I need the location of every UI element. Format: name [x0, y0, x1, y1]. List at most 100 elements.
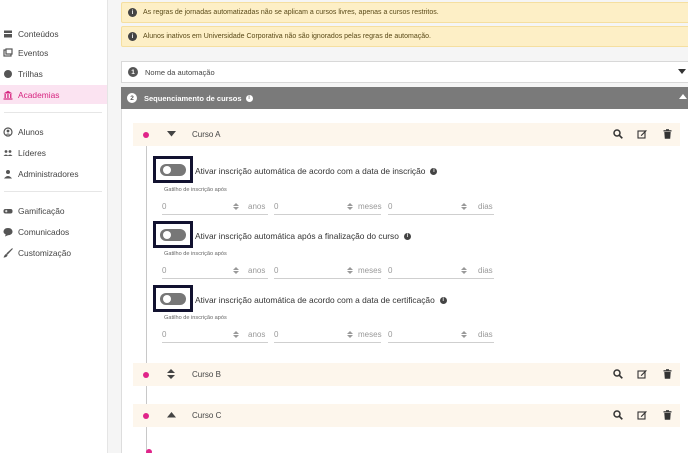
sidebar-item-eventos[interactable]: Eventos: [0, 43, 107, 62]
sidebar-item-label: Trilhas: [18, 68, 43, 79]
field-value: 0: [388, 201, 393, 211]
certification-date-toggle[interactable]: [160, 292, 186, 305]
trash-icon[interactable]: [660, 408, 674, 422]
years-input[interactable]: 0 anos: [162, 326, 268, 343]
search-icon[interactable]: [611, 408, 625, 422]
layers-icon: [3, 29, 13, 39]
field-unit: dias: [478, 201, 493, 211]
info-icon[interactable]: i: [403, 232, 411, 240]
caret-up-icon[interactable]: [167, 411, 176, 420]
toggle-knob: [163, 230, 171, 239]
sidebar-divider: [4, 191, 102, 192]
sidebar-item-label: Customização: [18, 247, 72, 258]
sort-icon[interactable]: [167, 368, 175, 381]
trash-icon[interactable]: [660, 127, 674, 141]
sidebar-divider: [4, 112, 102, 113]
field-value: 0: [388, 265, 393, 275]
stepper-icon[interactable]: [233, 202, 239, 210]
sidebar-item-customizacao[interactable]: Customização: [0, 243, 107, 262]
sidebar: Conteúdos Eventos Trilhas Academias Alun…: [0, 0, 108, 453]
stepper-icon[interactable]: [347, 202, 353, 210]
field-unit: meses: [358, 329, 382, 339]
sidebar-item-administradores[interactable]: Administradores: [0, 164, 107, 183]
stepper-icon[interactable]: [347, 266, 353, 274]
circle-icon: [3, 69, 13, 79]
edit-icon[interactable]: [635, 127, 649, 141]
toggle-highlight: [153, 285, 193, 312]
course-row: Curso C: [133, 404, 680, 427]
field-unit: anos: [248, 265, 266, 275]
search-icon[interactable]: [611, 127, 625, 141]
option-text: Ativar inscrição automática de acordo co…: [195, 295, 435, 305]
field-value: 0: [274, 265, 279, 275]
sidebar-item-label: Administradores: [18, 168, 79, 179]
sidebar-item-lideres[interactable]: Líderes: [0, 143, 107, 162]
sidebar-item-label: Eventos: [18, 47, 49, 58]
info-icon[interactable]: i: [245, 94, 253, 102]
stepper-icon[interactable]: [461, 202, 467, 210]
field-value: 0: [162, 201, 167, 211]
chevron-up-icon[interactable]: [679, 94, 687, 99]
course-row: Curso A: [133, 123, 680, 146]
days-input[interactable]: 0 dias: [388, 326, 494, 343]
toggle-highlight: [153, 221, 193, 248]
course-row: Curso B: [133, 363, 680, 386]
info-icon[interactable]: i: [430, 167, 438, 175]
caret-down-icon[interactable]: [167, 130, 176, 139]
sidebar-item-comunicados[interactable]: Comunicados: [0, 222, 107, 241]
enrollment-date-toggle[interactable]: [160, 163, 186, 176]
course-name: Curso C: [192, 411, 222, 420]
section-title: Nome da automação: [145, 67, 215, 77]
trigger-label: Gatilho de inscrição após: [164, 315, 227, 321]
months-input[interactable]: 0 meses: [274, 262, 382, 279]
info-icon[interactable]: i: [439, 296, 447, 304]
field-unit: anos: [248, 329, 266, 339]
sidebar-item-alunos[interactable]: Alunos: [0, 122, 107, 141]
brush-icon: [3, 247, 13, 258]
sidebar-item-gamificacao[interactable]: Gamificação: [0, 201, 107, 220]
info-icon: i: [128, 32, 137, 41]
sidebar-item-trilhas[interactable]: Trilhas: [0, 64, 107, 83]
notice-banner: i Alunos inativos em Universidade Corpor…: [121, 26, 688, 47]
toggle-knob: [163, 294, 171, 303]
months-input[interactable]: 0 meses: [274, 198, 382, 215]
course-completion-toggle[interactable]: [160, 228, 186, 241]
stepper-icon[interactable]: [347, 330, 353, 338]
field-value: 0: [274, 329, 279, 339]
edit-icon[interactable]: [635, 367, 649, 381]
stepper-icon[interactable]: [461, 266, 467, 274]
stepper-icon[interactable]: [233, 266, 239, 274]
option-text: Ativar inscrição automática de acordo co…: [195, 166, 426, 176]
option-label: Ativar inscrição automática de acordo co…: [195, 166, 438, 176]
person-circle-icon: [3, 126, 13, 137]
sidebar-item-label: Gamificação: [18, 205, 65, 216]
sidebar-item-conteudos[interactable]: Conteúdos: [0, 24, 107, 43]
months-input[interactable]: 0 meses: [274, 326, 382, 343]
days-input[interactable]: 0 dias: [388, 198, 494, 215]
option-text: Ativar inscrição automática após a final…: [195, 231, 399, 241]
option-label: Ativar inscrição automática de acordo co…: [195, 295, 447, 305]
field-value: 0: [388, 329, 393, 339]
years-input[interactable]: 0 anos: [162, 198, 268, 215]
stepper-icon[interactable]: [233, 330, 239, 338]
years-input[interactable]: 0 anos: [162, 262, 268, 279]
trigger-label: Gatilho de inscrição após: [164, 251, 227, 257]
timeline-dot: [143, 413, 149, 419]
chevron-down-icon[interactable]: [678, 69, 686, 74]
course-name: Curso B: [192, 370, 221, 379]
sidebar-item-academias[interactable]: Academias: [0, 85, 107, 104]
trash-icon[interactable]: [660, 367, 674, 381]
sidebar-item-label: Líderes: [18, 147, 46, 158]
section-sequencing[interactable]: 2 Sequenciamento de cursos i: [121, 87, 688, 109]
user-admin-icon: [3, 169, 13, 179]
edit-icon[interactable]: [635, 408, 649, 422]
stepper-icon[interactable]: [461, 330, 467, 338]
notice-text: As regras de jornadas automatizadas não …: [143, 9, 439, 16]
group-icon: [3, 148, 13, 158]
section-automation-name[interactable]: 1 Nome da automação: [121, 61, 688, 83]
bank-icon: [3, 90, 13, 100]
days-input[interactable]: 0 dias: [388, 262, 494, 279]
search-icon[interactable]: [611, 367, 625, 381]
sidebar-item-label: Alunos: [18, 126, 44, 137]
gamepad-icon: [3, 206, 13, 216]
